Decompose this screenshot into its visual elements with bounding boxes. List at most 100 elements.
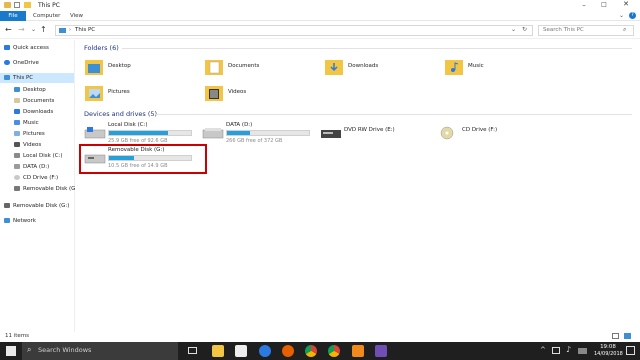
folder-desktop[interactable]: Desktop [84, 54, 204, 80]
notifications-icon[interactable] [626, 346, 635, 355]
back-arrow-icon[interactable]: ← [5, 25, 12, 34]
nav-removable-disk-g-root[interactable]: Removable Disk (G:) [4, 201, 69, 211]
task-view-icon[interactable] [188, 347, 197, 354]
cd-icon [14, 175, 20, 180]
documents-icon [14, 98, 20, 103]
store-icon[interactable] [235, 345, 247, 357]
search-icon: ⌕ [623, 26, 627, 33]
usb-drive-icon [84, 154, 106, 164]
tab-file[interactable]: File [0, 11, 26, 21]
drive-data-d[interactable]: DATA (D:) 266 GB free of 372 GB [202, 121, 322, 147]
refresh-icon[interactable]: ↻ [522, 26, 527, 33]
folder-music[interactable]: Music [444, 54, 564, 80]
address-field[interactable]: › This PC ⌄ ↻ [55, 25, 533, 36]
nav-this-pc[interactable]: This PC [0, 73, 74, 83]
folder-videos[interactable]: Videos [204, 80, 324, 106]
taskbar-search[interactable]: ⌕ Search Windows [22, 342, 178, 360]
tab-computer[interactable]: Computer [33, 13, 60, 19]
music-icon [14, 120, 20, 125]
drive-d-usage-fill [227, 131, 250, 135]
recent-locations-icon[interactable]: ⌄ [31, 26, 36, 33]
address-dropdown-icon[interactable]: ⌄ [511, 26, 516, 33]
nav-music[interactable]: Music [14, 118, 39, 128]
network-icon [4, 218, 10, 223]
pictures-folder-icon [85, 86, 103, 101]
nav-network[interactable]: Network [4, 216, 36, 226]
nav-data-d[interactable]: DATA (D:) [14, 162, 49, 172]
drive-removable-g[interactable]: Removable Disk (G:) 10.5 GB free of 14.9… [84, 146, 204, 172]
up-arrow-icon[interactable]: ↑ [40, 25, 47, 34]
search-input[interactable]: Search This PC ⌕ [538, 25, 634, 36]
pictures-icon [14, 131, 20, 136]
chrome-icon-2[interactable] [328, 345, 340, 357]
network-tray-icon[interactable] [552, 347, 560, 354]
edge-icon[interactable] [259, 345, 271, 357]
quick-access-toolbar-icon[interactable] [14, 2, 20, 8]
clock-date[interactable]: 14/09/2018 [594, 351, 623, 357]
folder-pictures[interactable]: Pictures [84, 80, 204, 106]
keyboard-icon[interactable] [578, 348, 587, 354]
folder-documents[interactable]: Documents [204, 54, 324, 80]
nav-local-disk-c[interactable]: Local Disk (C:) [14, 151, 63, 161]
nav-documents[interactable]: Documents [14, 96, 54, 106]
nav-onedrive[interactable]: OneDrive [4, 58, 39, 68]
nav-quick-access[interactable]: Quick access [4, 43, 49, 53]
taskbar-search-text: Search Windows [38, 346, 92, 354]
breadcrumb-separator-icon[interactable]: › [69, 27, 71, 33]
forward-arrow-icon[interactable]: → [18, 25, 25, 34]
computer-icon [59, 28, 66, 33]
address-bar-row: ← → ⌄ ↑ › This PC ⌄ ↻ Search This PC ⌕ [0, 22, 640, 39]
nav-cd-drive-f[interactable]: CD Drive (F:) [14, 173, 58, 183]
nav-pictures[interactable]: Pictures [14, 129, 45, 139]
videos-icon [14, 142, 20, 147]
nav-removable-disk-g[interactable]: Removable Disk (G:) [14, 184, 79, 194]
nav-desktop[interactable]: Desktop [14, 85, 46, 95]
details-view-icon[interactable] [612, 333, 619, 339]
folder-icon[interactable] [24, 2, 31, 8]
clock-time[interactable]: 19:08 [596, 344, 620, 350]
help-icon[interactable]: ? [629, 12, 636, 19]
windows-drive-icon [84, 127, 106, 139]
nav-downloads[interactable]: Downloads [14, 107, 53, 117]
minimize-button[interactable]: – [577, 1, 591, 10]
videos-folder-icon [205, 86, 223, 101]
search-placeholder: Search This PC [543, 27, 584, 33]
star-icon [4, 45, 10, 50]
devices-header[interactable]: Devices and drives (5) [84, 110, 157, 118]
chevron-down-icon[interactable]: ⌄ [619, 12, 624, 19]
tab-view[interactable]: View [70, 13, 83, 19]
usb-drive-icon [14, 186, 20, 191]
tray-chevron-icon[interactable]: ^ [540, 346, 546, 354]
close-button[interactable]: ✕ [617, 0, 635, 10]
item-count: 11 items [5, 333, 30, 339]
computer-icon [4, 75, 10, 80]
nav-videos[interactable]: Videos [14, 140, 41, 150]
usb-drive-icon [4, 203, 10, 208]
chrome-icon[interactable] [305, 345, 317, 357]
ribbon: File Computer View ⌄ ? [0, 11, 640, 21]
drive-dvd-rw-e[interactable]: DVD RW Drive (E:) [320, 121, 440, 147]
desktop-icon [14, 87, 20, 92]
status-bar: 11 items [0, 332, 640, 342]
folder-downloads[interactable]: Downloads [324, 54, 444, 80]
windows-start-icon[interactable] [6, 346, 16, 356]
title-bar: This PC – □ ✕ [0, 0, 640, 11]
drive-c-usage-fill [109, 131, 169, 135]
drive-icon [14, 164, 20, 169]
file-explorer-icon[interactable] [212, 345, 224, 357]
search-icon: ⌕ [27, 345, 32, 354]
volume-icon[interactable]: ♪ [566, 345, 571, 354]
firefox-icon[interactable] [282, 345, 294, 357]
content-pane: Folders (6) Desktop Documents Downloads … [76, 40, 640, 332]
maximize-button[interactable]: □ [597, 1, 611, 10]
vlc-icon[interactable] [352, 345, 364, 357]
devices-divider [156, 114, 632, 115]
app-icon[interactable] [375, 345, 387, 357]
large-icons-view-icon[interactable] [624, 333, 631, 339]
drive-cd-f[interactable]: CD Drive (F:) [438, 121, 558, 147]
drive-icon [14, 153, 20, 158]
breadcrumb[interactable]: This PC [75, 27, 95, 33]
folders-header[interactable]: Folders (6) [84, 44, 119, 52]
app-icon [4, 2, 11, 8]
cloud-icon [4, 60, 10, 65]
